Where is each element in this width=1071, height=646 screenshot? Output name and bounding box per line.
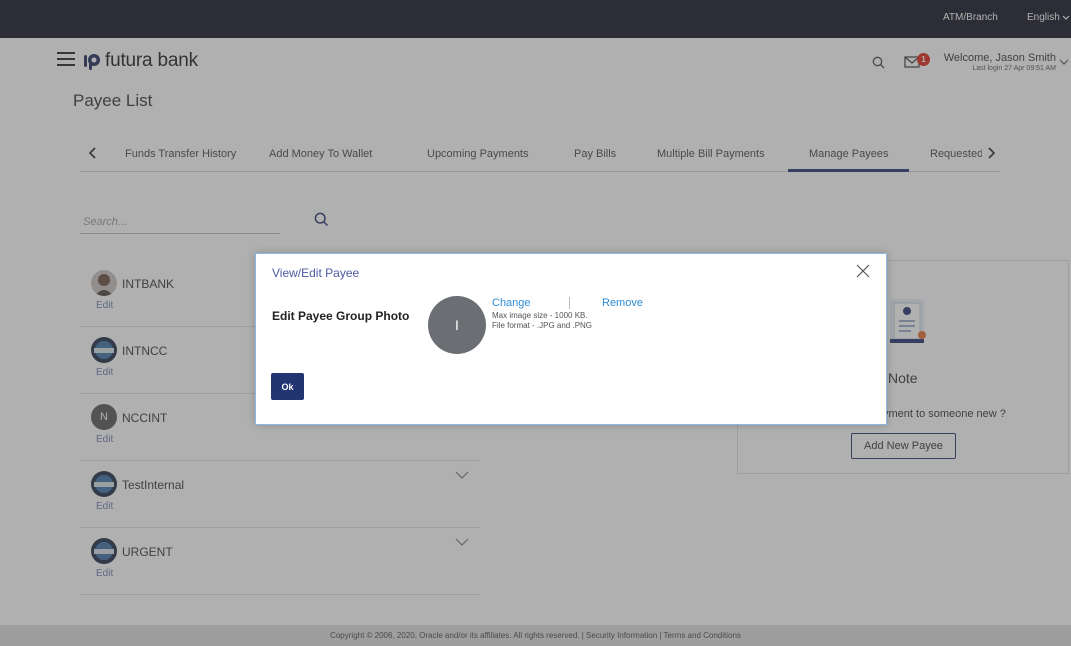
ok-button[interactable]: Ok <box>271 373 304 400</box>
change-photo-link[interactable]: Change <box>492 297 531 309</box>
avatar: I <box>428 296 486 354</box>
close-icon[interactable] <box>855 263 871 279</box>
link-divider <box>569 297 570 309</box>
file-format-hint: File format - .JPG and .PNG <box>492 321 593 330</box>
view-edit-payee-dialog: View/Edit Payee Edit Payee Group Photo I… <box>255 253 887 425</box>
edit-photo-label: Edit Payee Group Photo <box>272 309 410 323</box>
max-size-hint: Max image size - 1000 KB. <box>492 311 588 320</box>
dialog-title: View/Edit Payee <box>272 266 360 280</box>
remove-photo-link[interactable]: Remove <box>602 297 643 309</box>
